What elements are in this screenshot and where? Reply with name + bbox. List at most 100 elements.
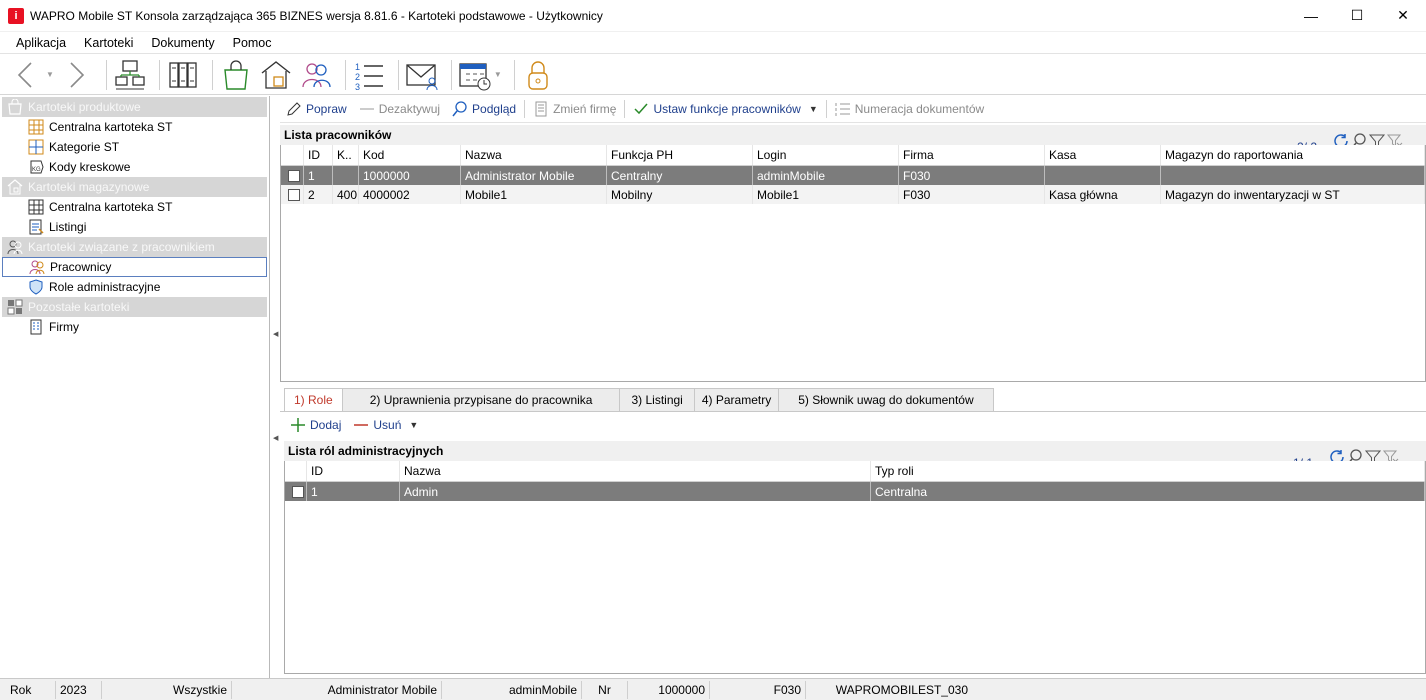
sidebar-item-label: Centralna kartoteka ST <box>49 200 173 214</box>
menu-aplikacja[interactable]: Aplikacja <box>0 32 75 54</box>
users-icon[interactable] <box>299 58 333 92</box>
tab-role[interactable]: 1) Role <box>284 388 343 411</box>
warehouse-icon <box>6 178 24 196</box>
column-header-login[interactable]: Login <box>753 145 899 165</box>
back-arrow-icon[interactable] <box>10 58 44 92</box>
users-icon <box>6 238 24 256</box>
sidebar-group-label: Pozostałe kartoteki <box>28 300 130 314</box>
sidebar-group-kartoteki-magazynowe[interactable]: Kartoteki magazynowe <box>2 177 267 197</box>
splitter[interactable]: ◀ ◀ <box>270 96 280 678</box>
column-header-id[interactable]: ID <box>307 461 400 481</box>
calendar-icon[interactable] <box>458 58 492 92</box>
lock-icon[interactable] <box>521 58 555 92</box>
tab-uprawnienia[interactable]: 2) Uprawnienia przypisane do pracownika <box>341 388 621 411</box>
dezaktywuj-button[interactable]: Dezaktywuj <box>353 97 446 121</box>
column-header-magazyn[interactable]: Magazyn do raportowania <box>1161 145 1425 165</box>
tab-slownik-uwag[interactable]: 5) Słownik uwag do dokumentów <box>778 388 994 411</box>
numbered-list-icon[interactable]: 123 <box>352 58 386 92</box>
sidebar-item-listingi[interactable]: Listingi <box>2 217 267 237</box>
sidebar-group-pozostale-kartoteki[interactable]: Pozostałe kartoteki <box>2 297 267 317</box>
cell-nazwa: Mobile1 <box>461 185 607 204</box>
employees-list-title: Lista pracowników <box>280 125 1426 145</box>
zmien-firme-label: Zmień firmę <box>553 102 617 116</box>
sidebar-item-kategorie-st[interactable]: Kategorie ST <box>2 137 267 157</box>
maximize-button[interactable]: ☐ <box>1334 0 1380 32</box>
sidebar-item-role-administracyjne[interactable]: Role administracyjne <box>2 277 267 297</box>
sidebar-item-centralna-kartoteka-st[interactable]: Centralna kartoteka ST <box>2 117 267 137</box>
cell-kod: 1000000 <box>359 166 461 185</box>
sidebar-item-kody-kreskowe[interactable]: KG Kody kreskowe <box>2 157 267 177</box>
minimize-button[interactable]: — <box>1288 0 1334 32</box>
building-icon <box>533 101 549 117</box>
dropdown-arrow-icon[interactable]: ▼ <box>809 104 818 114</box>
column-header-firma[interactable]: Firma <box>899 145 1045 165</box>
numeracja-label: Numeracja dokumentów <box>854 102 985 116</box>
dropdown-arrow-icon[interactable]: ▼ <box>409 420 418 430</box>
podglad-button[interactable]: Podgląd <box>446 97 522 121</box>
cell-id: 1 <box>304 166 333 185</box>
cell-nazwa: Administrator Mobile <box>461 166 607 185</box>
sidebar-group-kartoteki-produktowe[interactable]: Kartoteki produktowe <box>2 97 267 117</box>
row-checkbox[interactable] <box>281 185 304 204</box>
row-checkbox[interactable] <box>285 482 307 501</box>
ustaw-funkcje-button[interactable]: Ustaw funkcje pracowników ▼ <box>627 97 823 121</box>
sidebar-item-centralna-kartoteka-st-mag[interactable]: Centralna kartoteka ST <box>2 197 267 217</box>
podglad-label: Podgląd <box>472 102 517 116</box>
toolbar-separator <box>158 59 160 90</box>
binders-icon[interactable] <box>166 58 200 92</box>
sidebar-group-label: Kartoteki produktowe <box>28 100 141 114</box>
forward-arrow-icon[interactable] <box>60 58 94 92</box>
column-header-typ-roli[interactable]: Typ roli <box>871 461 1425 481</box>
numeracja-button[interactable]: Numeracja dokumentów <box>829 97 990 121</box>
sidebar-item-label: Kategorie ST <box>49 140 120 154</box>
shield-icon <box>28 279 44 295</box>
column-header-id[interactable]: ID <box>304 145 333 165</box>
svg-text:1: 1 <box>355 62 360 72</box>
back-dropdown-icon[interactable]: ▼ <box>46 70 54 79</box>
tab-parametry[interactable]: 4) Parametry <box>693 388 780 411</box>
column-header-k[interactable]: K.. <box>333 145 359 165</box>
network-icon[interactable] <box>113 58 147 92</box>
svg-text:2: 2 <box>355 72 360 82</box>
table-row[interactable]: 2 400 4000002 Mobile1 Mobilny Mobile1 F0… <box>281 185 1425 204</box>
popraw-button[interactable]: Popraw <box>280 97 353 121</box>
close-button[interactable]: ✕ <box>1380 0 1426 32</box>
menu-pomoc[interactable]: Pomoc <box>224 32 281 54</box>
shopping-bag-icon[interactable] <box>219 58 253 92</box>
table-row[interactable]: 1 Admin Centralna <box>285 482 1425 501</box>
column-header-kasa[interactable]: Kasa <box>1045 145 1161 165</box>
collapse-arrow-icon[interactable]: ◀ <box>273 434 278 442</box>
row-checkbox[interactable] <box>281 166 304 185</box>
window-title: WAPRO Mobile ST Konsola zarządzająca 365… <box>30 8 603 23</box>
cell-k: 400 <box>333 185 359 204</box>
usun-label: Usuń <box>373 418 402 432</box>
usun-button[interactable]: Usuń ▼ <box>347 413 424 437</box>
tab-listingi[interactable]: 3) Listingi <box>619 388 695 411</box>
cell-nazwa: Admin <box>400 482 871 501</box>
employees-title-text: Lista pracowników <box>284 128 392 142</box>
sidebar-item-pracownicy[interactable]: Pracownicy <box>2 257 267 277</box>
menu-kartoteki[interactable]: Kartoteki <box>75 32 142 54</box>
toolbar-separator <box>211 59 213 90</box>
action-separator <box>624 100 626 118</box>
sidebar-item-firmy[interactable]: Firmy <box>2 317 267 337</box>
column-header-nazwa[interactable]: Nazwa <box>400 461 871 481</box>
app-icon: i <box>8 7 24 24</box>
toolbar-separator <box>344 59 346 90</box>
mail-user-icon[interactable] <box>405 58 439 92</box>
dodaj-button[interactable]: Dodaj <box>284 413 347 437</box>
sidebar-group-kartoteki-pracownik[interactable]: Kartoteki związane z pracownikiem <box>2 237 267 257</box>
warehouse-icon[interactable] <box>259 58 293 92</box>
table-row[interactable]: 1 1000000 Administrator Mobile Centralny… <box>281 166 1425 185</box>
column-header-funkcja-ph[interactable]: Funkcja PH <box>607 145 753 165</box>
collapse-arrow-icon[interactable]: ◀ <box>273 330 278 338</box>
minus-icon <box>359 101 375 117</box>
menu-dokumenty[interactable]: Dokumenty <box>142 32 223 54</box>
cell-kasa <box>1045 166 1161 185</box>
zmien-firme-button[interactable]: Zmień firmę <box>527 97 622 121</box>
column-header-nazwa[interactable]: Nazwa <box>461 145 607 165</box>
status-filter: Wszystkie <box>102 680 232 699</box>
calendar-dropdown-icon[interactable]: ▼ <box>494 70 502 79</box>
sidebar-item-label: Centralna kartoteka ST <box>49 120 173 134</box>
column-header-kod[interactable]: Kod <box>359 145 461 165</box>
